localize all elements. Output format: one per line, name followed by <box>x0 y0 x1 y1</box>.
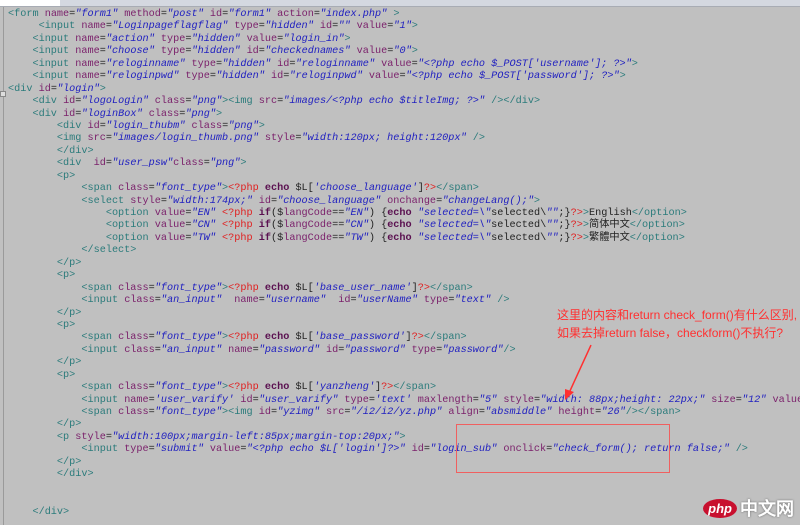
watermark: php 中文网 <box>703 495 794 521</box>
annotation-arrow-icon <box>565 344 592 400</box>
watermark-logo: php <box>703 498 737 518</box>
watermark-text: 中文网 <box>740 499 794 519</box>
highlight-box <box>456 424 670 473</box>
